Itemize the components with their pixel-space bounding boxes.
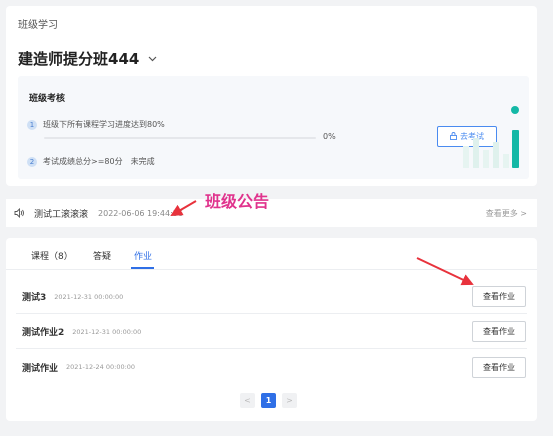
tab-courses[interactable]: 课程（8） [31,249,73,262]
requirement-text: 考试成绩总分>=80分 [43,157,123,166]
homework-row: 测试3 2021-12-31 00:00:00 查看作业 [16,280,527,314]
course-tabs-card: 课程（8） 答疑 作业 测试3 2021-12-31 00:00:00 查看作业… [6,238,537,421]
next-page-button[interactable]: > [282,393,297,408]
class-title[interactable]: 建造师提分班444 [18,48,139,69]
requirement-item: 1 班级下所有课程学习进度达到80% [27,119,165,130]
annotation-label: 班级公告 [205,192,270,211]
view-more-link[interactable]: 查看更多 > [486,208,527,219]
class-info-card: 班级学习 建造师提分班444 班级考核 1 班级下所有课程学习进度达到80% 0… [6,6,537,186]
step-number-badge: 1 [27,119,37,130]
class-title-row[interactable]: 建造师提分班444 [18,48,157,69]
homework-name: 测试作业2 [22,328,65,338]
active-tab-indicator [131,267,154,269]
view-homework-button[interactable]: 查看作业 [472,286,526,307]
homework-date: 2021-12-31 00:00:00 [72,327,142,336]
chevron-down-icon[interactable] [147,54,157,64]
breadcrumb: 班级学习 [18,20,58,31]
tab-homework[interactable]: 作业 [134,249,152,262]
notice-bar: 测试工滚滚滚 2022-06-06 19:44:36 查看更多 > [6,199,537,227]
pagination: < 1 > [240,393,303,408]
decorative-bars-graphic [463,106,519,168]
tab-bar: 课程（8） 答疑 作业 [6,238,537,270]
homework-row: 测试作业2 2021-12-31 00:00:00 查看作业 [16,315,527,349]
requirement-status: 未完成 [130,157,155,166]
homework-name: 测试3 [22,293,47,303]
homework-name: 测试作业 [22,363,59,374]
tab-qa[interactable]: 答疑 [93,249,111,262]
progress-percent: 0% [323,132,336,141]
homework-date: 2021-12-31 00:00:00 [54,292,124,301]
notice-time: 2022-06-06 19:44:36 [98,208,183,218]
homework-row: 测试作业 2021-12-24 00:00:00 查看作业 [16,350,527,384]
requirement-text: 班级下所有课程学习进度达到80% [43,120,165,129]
view-homework-button[interactable]: 查看作业 [472,356,526,378]
requirement-item: 2 考试成绩总分>=80分 未完成 [27,156,155,167]
progress-bar [44,137,316,139]
prev-page-button[interactable]: < [240,393,255,408]
speaker-icon [14,207,26,219]
step-number-badge: 2 [27,156,37,167]
assessment-panel: 班级考核 1 班级下所有课程学习进度达到80% 0% 2 考试成绩总分>=80分… [18,76,529,179]
notice-title[interactable]: 测试工滚滚滚 [34,207,88,220]
homework-date: 2021-12-24 00:00:00 [66,363,136,371]
page-number-button[interactable]: 1 [261,393,276,408]
assessment-title: 班级考核 [29,94,66,104]
view-homework-button[interactable]: 查看作业 [472,321,526,342]
